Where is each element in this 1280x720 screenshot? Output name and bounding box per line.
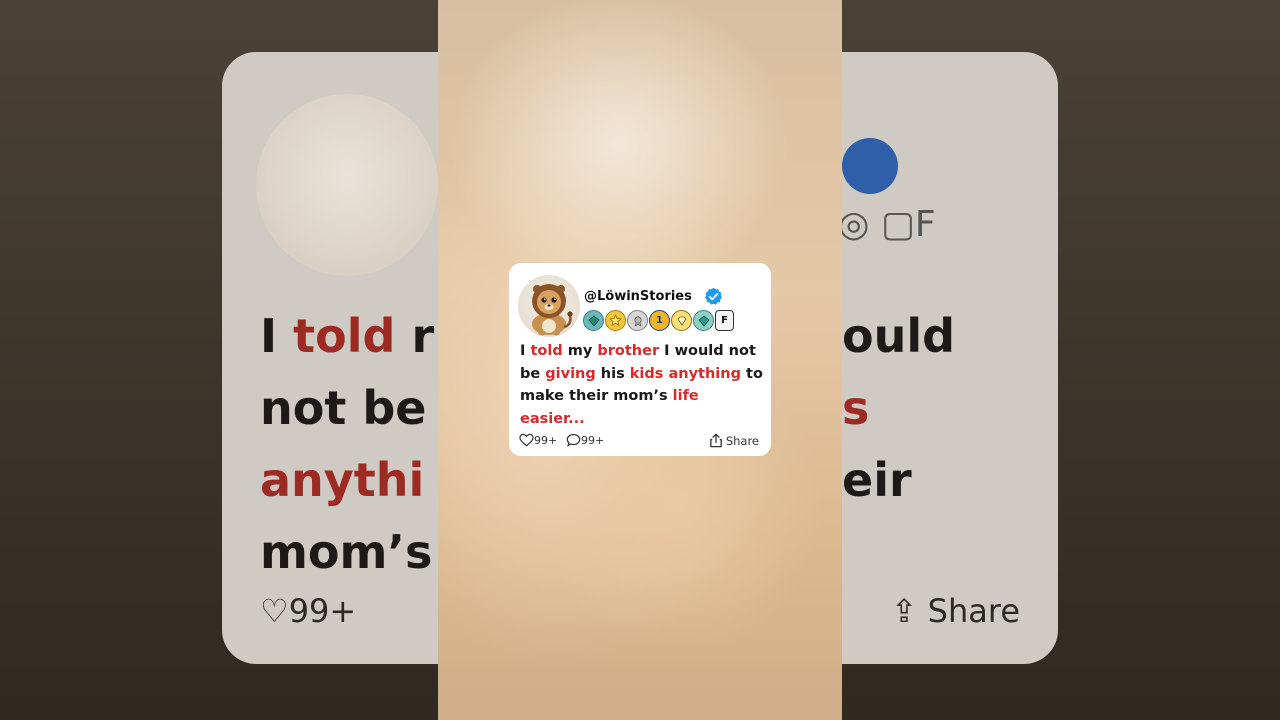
background-verified-icon bbox=[842, 138, 898, 194]
background-avatar bbox=[256, 94, 438, 276]
avatar[interactable] bbox=[518, 275, 580, 337]
share-icon bbox=[710, 433, 722, 448]
background-badges: ◎ ▢F bbox=[842, 204, 936, 245]
background-card-echo: I told r not be anythi mom’s ♡99+ bbox=[222, 52, 438, 664]
text-seg: I bbox=[520, 343, 531, 359]
comment-count: 99+ bbox=[581, 433, 605, 447]
share-button[interactable]: Share bbox=[709, 433, 759, 448]
lion-cub-icon bbox=[532, 284, 573, 336]
share-label: Share bbox=[725, 433, 759, 448]
like-button[interactable]: 99+ bbox=[519, 433, 557, 447]
silver-ribbon-icon bbox=[627, 310, 648, 331]
text-highlight: kids bbox=[629, 365, 664, 382]
background-card-echo-right: ◎ ▢F ould s eir ⇪ Share bbox=[842, 52, 1058, 664]
comment-button[interactable]: 99+ bbox=[566, 433, 604, 447]
text-highlight: giving bbox=[545, 365, 596, 382]
gold-star-icon bbox=[605, 310, 626, 331]
heart-icon bbox=[519, 433, 534, 447]
comment-icon bbox=[566, 433, 581, 447]
background-right-panel: ◎ ▢F ould s eir ⇪ Share bbox=[842, 0, 1280, 720]
text-highlight: anything bbox=[668, 365, 741, 382]
user-handle[interactable]: @LöwinStories bbox=[584, 289, 692, 304]
text-seg: his bbox=[595, 365, 630, 382]
post-text: I told my brother I would not be giving … bbox=[520, 340, 766, 430]
text-seg: my bbox=[562, 343, 598, 359]
background-text-echo: I told r not be anythi mom’s bbox=[260, 309, 435, 579]
letter-f-icon: F bbox=[715, 310, 734, 331]
verified-icon bbox=[704, 287, 723, 305]
text-highlight: brother bbox=[597, 343, 660, 359]
one-medal-icon: 1 bbox=[649, 310, 670, 331]
background-text-echo-right: ould s eir bbox=[842, 309, 956, 507]
green-gem-icon bbox=[693, 310, 714, 331]
green-gem-icon bbox=[583, 310, 604, 331]
text-highlight: told bbox=[530, 343, 563, 359]
like-count: 99+ bbox=[534, 433, 558, 447]
diamond-icon bbox=[671, 310, 692, 331]
post-card: @LöwinStories 1 F I told my brother I wo… bbox=[509, 263, 771, 456]
background-like-count: ♡99+ bbox=[260, 592, 357, 630]
background-left-panel: I told r not be anythi mom’s ♡99+ bbox=[0, 0, 438, 720]
background-share: ⇪ Share bbox=[890, 592, 1020, 630]
